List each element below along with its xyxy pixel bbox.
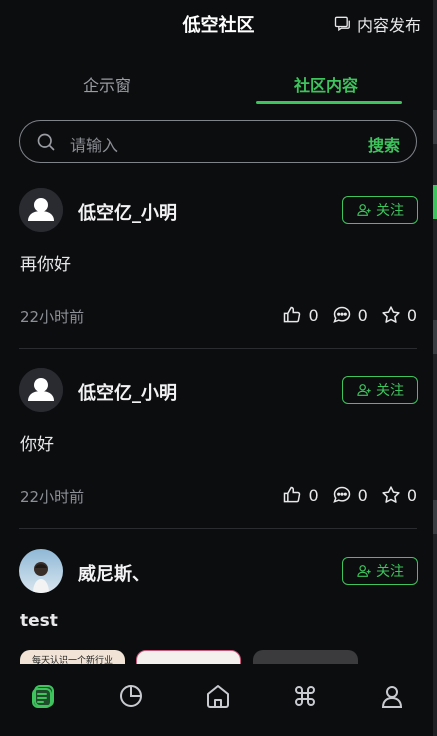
add-user-icon bbox=[357, 384, 371, 396]
publish-icon bbox=[334, 16, 350, 32]
thumbnail-caption: 每天认识一个新行业 bbox=[32, 656, 114, 664]
bottom-navigation bbox=[0, 664, 433, 736]
nav-profile[interactable] bbox=[378, 682, 408, 712]
search-icon bbox=[37, 133, 55, 151]
like-count: 0 bbox=[308, 305, 319, 325]
default-avatar-icon bbox=[19, 188, 63, 232]
nav-community[interactable] bbox=[30, 682, 60, 712]
follow-button[interactable]: 关注 bbox=[342, 376, 418, 404]
favorite-button[interactable]: 0 bbox=[381, 485, 417, 505]
comment-icon bbox=[332, 486, 350, 503]
post-content: 再你好 bbox=[20, 255, 71, 275]
post-time: 22小时前 bbox=[20, 308, 85, 326]
comment-button[interactable]: 0 bbox=[332, 305, 368, 325]
username[interactable]: 低空亿_小明 bbox=[78, 379, 177, 405]
publish-label: 内容发布 bbox=[356, 16, 421, 35]
post-content: 你好 bbox=[20, 435, 54, 455]
follow-label: 关注 bbox=[376, 203, 404, 219]
add-user-icon bbox=[357, 204, 371, 216]
comment-icon bbox=[332, 306, 350, 323]
tab-community-content[interactable]: 社区内容 bbox=[294, 72, 358, 96]
post-time: 22小时前 bbox=[20, 488, 85, 506]
like-button[interactable]: 0 bbox=[282, 305, 319, 325]
default-avatar-icon bbox=[19, 368, 63, 412]
publish-button[interactable]: 内容发布 bbox=[333, 12, 421, 36]
search-button[interactable]: 搜索 bbox=[368, 132, 400, 156]
pie-chart-icon bbox=[120, 685, 142, 707]
like-count: 0 bbox=[308, 485, 319, 505]
tab-showcase[interactable]: 企示窗 bbox=[83, 72, 131, 96]
thumbs-up-icon bbox=[284, 486, 301, 503]
post-image-thumbnail[interactable]: 每天认识一个新行业 bbox=[20, 650, 125, 664]
post-image-thumbnail[interactable] bbox=[253, 650, 358, 664]
comment-count: 0 bbox=[357, 305, 368, 325]
nav-apps[interactable] bbox=[291, 682, 321, 712]
follow-label: 关注 bbox=[376, 564, 404, 580]
search-input[interactable]: 请输入 bbox=[70, 132, 118, 156]
post-stats: 0 0 0 bbox=[282, 485, 417, 505]
grid-icon bbox=[295, 686, 315, 706]
favorite-count: 0 bbox=[406, 305, 417, 325]
app-screen: 低空社区 内容发布 企示窗 社区内容 请输入 搜索 低空亿_小明 关注 再你好 … bbox=[0, 0, 433, 736]
window-edge bbox=[433, 0, 437, 736]
header: 低空社区 内容发布 bbox=[0, 0, 433, 50]
favorite-count: 0 bbox=[406, 485, 417, 505]
user-photo-avatar bbox=[19, 549, 63, 593]
active-tab-indicator bbox=[256, 101, 402, 104]
search-bar: 请输入 搜索 bbox=[19, 120, 417, 163]
home-icon bbox=[207, 685, 229, 708]
avatar[interactable] bbox=[19, 368, 63, 412]
list-icon bbox=[32, 685, 54, 708]
comment-button[interactable]: 0 bbox=[332, 485, 368, 505]
username[interactable]: 威尼斯、 bbox=[78, 560, 150, 586]
post-image-thumbnail[interactable] bbox=[136, 650, 241, 664]
add-user-icon bbox=[357, 565, 371, 577]
post-stats: 0 0 0 bbox=[282, 305, 417, 325]
divider bbox=[19, 528, 417, 529]
nav-statistics[interactable] bbox=[117, 682, 147, 712]
star-icon bbox=[382, 306, 400, 323]
tab-bar: 企示窗 社区内容 bbox=[0, 66, 433, 106]
follow-button[interactable]: 关注 bbox=[342, 557, 418, 585]
star-icon bbox=[382, 486, 400, 503]
user-icon bbox=[381, 686, 403, 708]
favorite-button[interactable]: 0 bbox=[381, 305, 417, 325]
thumbs-up-icon bbox=[284, 306, 301, 323]
avatar[interactable] bbox=[19, 549, 63, 593]
avatar[interactable] bbox=[19, 188, 63, 232]
follow-button[interactable]: 关注 bbox=[342, 196, 418, 224]
nav-home[interactable] bbox=[204, 682, 234, 712]
username[interactable]: 低空亿_小明 bbox=[78, 199, 177, 225]
post-images: 每天认识一个新行业 bbox=[20, 650, 420, 664]
post-content: test bbox=[20, 611, 58, 631]
comment-count: 0 bbox=[357, 485, 368, 505]
divider bbox=[19, 348, 417, 349]
like-button[interactable]: 0 bbox=[282, 485, 319, 505]
follow-label: 关注 bbox=[376, 383, 404, 399]
